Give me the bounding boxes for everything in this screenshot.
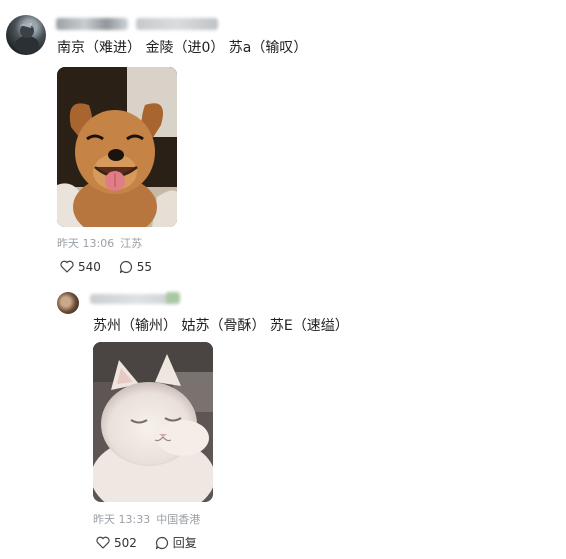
avatar[interactable]	[57, 292, 79, 314]
comment-actions: 540 55	[60, 259, 166, 274]
reply-button[interactable]: 回复	[155, 534, 197, 551]
username-blurred[interactable]	[56, 18, 128, 30]
comment-text: 苏州（输州） 姑苏（骨酥） 苏E（速缢）	[93, 318, 349, 334]
comment-location: 中国香港	[156, 513, 201, 526]
dog-meme-photo	[57, 67, 177, 227]
reply-count: 55	[136, 259, 153, 274]
like-button[interactable]: 540	[60, 260, 101, 274]
comment-image[interactable]	[57, 67, 177, 227]
comment-meta: 昨天 13:06 江苏	[57, 235, 142, 251]
comment-location: 江苏	[120, 237, 143, 250]
avatar[interactable]	[6, 15, 46, 55]
user-tag-blurred	[136, 18, 218, 30]
cat-meme-photo	[93, 342, 213, 502]
heart-outline-icon	[96, 536, 110, 549]
comment-time: 昨天 13:33	[93, 513, 151, 526]
speech-bubble-icon	[155, 536, 168, 549]
comment-thread: 南京（难进） 金陵（进0） 苏a（输叹） 昨天 13:06 江苏 540 55 …	[0, 0, 566, 559]
user-badge-blurred	[166, 292, 180, 304]
comment-time: 昨天 13:06	[57, 237, 115, 250]
heart-outline-icon	[60, 260, 74, 273]
like-count: 502	[114, 535, 137, 550]
reply-button[interactable]: 55	[119, 260, 152, 274]
username-blurred[interactable]	[90, 294, 170, 304]
speech-bubble-icon	[119, 260, 132, 273]
comment-actions: 502 回复	[96, 534, 211, 551]
comment-text: 南京（难进） 金陵（进0） 苏a（输叹）	[57, 40, 308, 56]
comment-image[interactable]	[93, 342, 213, 502]
like-button[interactable]: 502	[96, 536, 137, 550]
like-count: 540	[78, 259, 101, 274]
reply-label: 回复	[172, 536, 197, 550]
comment-meta: 昨天 13:33 中国香港	[93, 511, 200, 527]
